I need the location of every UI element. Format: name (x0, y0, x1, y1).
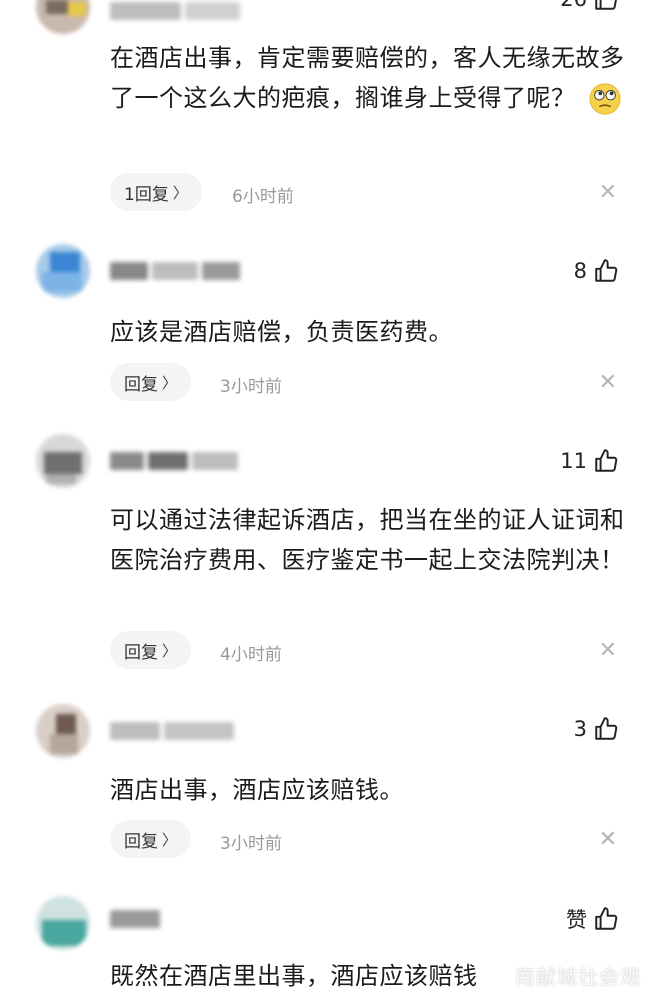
avatar[interactable] (36, 896, 90, 950)
like-control[interactable]: 11 (560, 448, 619, 474)
close-icon[interactable]: ✕ (599, 640, 617, 662)
chevron-right-icon: 〉 (162, 830, 178, 849)
timestamp: 3小时前 (220, 377, 282, 397)
reply-button[interactable]: 回复 〉 (110, 631, 192, 669)
like-control[interactable]: 赞 (566, 904, 619, 934)
thumbs-up-icon[interactable] (593, 448, 619, 474)
timestamp: 4小时前 (220, 645, 282, 665)
close-icon[interactable]: ✕ (599, 829, 617, 851)
chevron-right-icon: 〉 (162, 641, 178, 660)
close-icon[interactable]: ✕ (599, 372, 617, 394)
reply-button[interactable]: 回复 〉 (110, 820, 192, 858)
avatar[interactable] (36, 704, 90, 758)
comment-text: 应该是酒店赔偿，负责医药费。 (110, 318, 453, 346)
like-label: 赞 (566, 908, 587, 932)
thumbs-up-icon[interactable] (593, 716, 619, 742)
avatar[interactable] (36, 244, 90, 298)
watermark: 南献城社会观 (515, 965, 641, 989)
close-icon[interactable]: ✕ (599, 182, 617, 204)
like-control[interactable]: 3 (574, 716, 619, 742)
like-control[interactable]: 26 (560, 0, 619, 12)
chevron-right-icon: 〉 (172, 183, 188, 202)
like-control[interactable]: 8 (574, 258, 619, 284)
rolling-eyes-emoji-icon (589, 83, 621, 115)
comment-text: 酒店出事，酒店应该赔钱。 (110, 776, 404, 804)
username[interactable] (110, 450, 240, 472)
reply-button[interactable]: 1回复 〉 (110, 173, 202, 211)
username[interactable] (110, 908, 170, 930)
like-count: 11 (560, 449, 587, 473)
reply-button[interactable]: 回复 〉 (110, 363, 192, 401)
username[interactable] (110, 0, 240, 22)
timestamp: 3小时前 (220, 834, 282, 854)
username[interactable] (110, 720, 240, 742)
like-count: 26 (560, 0, 587, 11)
thumbs-up-icon[interactable] (593, 258, 619, 284)
comment-text: 在酒店出事，肯定需要赔偿的，客人无缘无故多了一个这么大的疤痕，搁谁身上受得了呢？ (110, 38, 630, 118)
timestamp: 6小时前 (232, 187, 294, 207)
chevron-right-icon: 〉 (162, 373, 178, 392)
avatar[interactable] (36, 434, 90, 488)
like-count: 3 (573, 717, 587, 741)
comment-text: 可以通过法律起诉酒店，把当在坐的证人证词和医院治疗费用、医疗鉴定书一起上交法院判… (110, 506, 625, 574)
avatar[interactable] (36, 0, 90, 34)
thumbs-up-icon[interactable] (593, 0, 619, 12)
username[interactable] (110, 260, 240, 282)
like-count: 8 (573, 259, 587, 283)
thumbs-up-icon[interactable] (593, 906, 619, 932)
